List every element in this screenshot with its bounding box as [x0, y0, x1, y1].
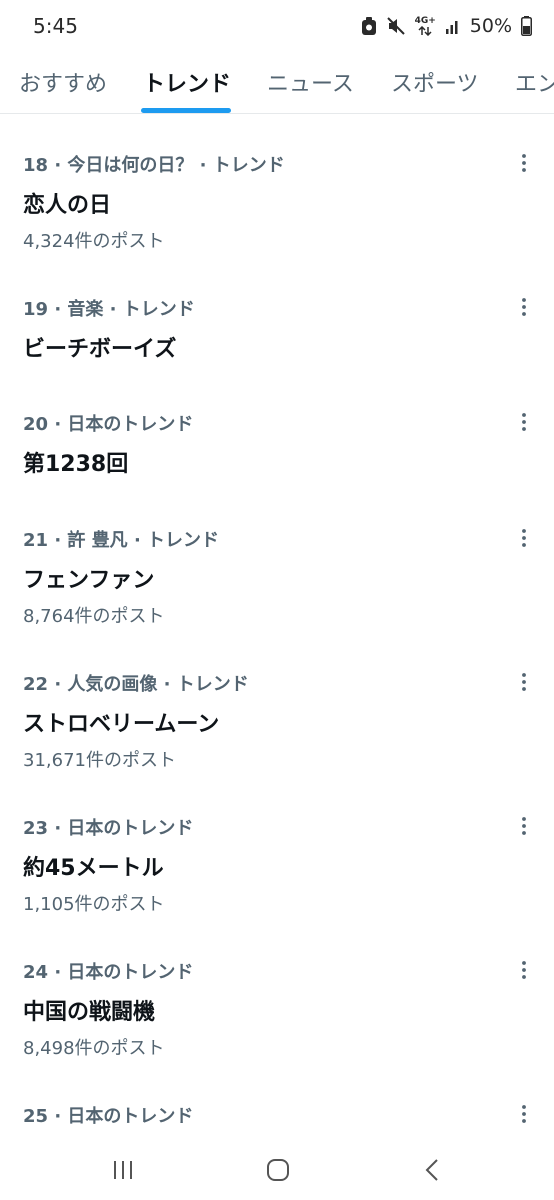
- recent-apps-icon[interactable]: [107, 1154, 139, 1186]
- battery-percent: 50%: [469, 15, 512, 37]
- trend-post-count: 1,105件のポスト: [23, 894, 165, 915]
- trend-meta: 19 · 音楽 · トレンド: [23, 299, 195, 320]
- trend-title: ビーチボーイズ: [23, 337, 177, 362]
- status-bar: 5:45 4G+ 50%: [0, 0, 554, 52]
- network-icon: 4G+: [414, 15, 436, 36]
- tab-entertainment[interactable]: エン: [515, 66, 554, 98]
- status-icons: 4G+ 50%: [361, 15, 532, 37]
- trend-item[interactable]: 23 · 日本のトレンド 約45メートル 1,105件のポスト: [0, 814, 554, 924]
- more-options-icon[interactable]: [512, 295, 536, 319]
- trend-post-count: 31,671件のポスト: [23, 750, 176, 771]
- more-options-icon[interactable]: [512, 814, 536, 838]
- more-options-icon[interactable]: [512, 958, 536, 982]
- trend-meta: 20 · 日本のトレンド: [23, 414, 194, 435]
- tab-recommended[interactable]: おすすめ: [19, 66, 107, 98]
- battery-icon: [521, 16, 532, 36]
- trend-item[interactable]: 25 · 日本のトレンド: [0, 1102, 554, 1138]
- trend-meta: 21 · 許 豊凡 · トレンド: [23, 530, 220, 551]
- tab-bar: おすすめ トレンド ニュース スポーツ エン: [0, 52, 554, 114]
- trend-item[interactable]: 20 · 日本のトレンド 第1238回: [0, 410, 554, 480]
- trend-title: 約45メートル: [23, 856, 164, 881]
- more-options-icon[interactable]: [512, 410, 536, 434]
- system-navigation-bar: [0, 1138, 554, 1200]
- trend-meta: 22 · 人気の画像 · トレンド: [23, 674, 249, 695]
- more-options-icon[interactable]: [512, 526, 536, 550]
- trend-post-count: 4,324件のポスト: [23, 231, 165, 252]
- more-options-icon[interactable]: [512, 1102, 536, 1126]
- active-tab-indicator: [141, 108, 231, 113]
- network-type-label: 4G+: [414, 15, 436, 26]
- trend-title: ストロベリームーン: [23, 712, 220, 737]
- screen: 5:45 4G+ 50% おすすめ トレンド ニュース スポーツ エ 18 · …: [0, 0, 554, 1200]
- trend-meta: 23 · 日本のトレンド: [23, 818, 194, 839]
- trend-item[interactable]: 24 · 日本のトレンド 中国の戦闘機 8,498件のポスト: [0, 958, 554, 1068]
- status-time: 5:45: [33, 14, 78, 38]
- back-icon[interactable]: [417, 1154, 449, 1186]
- trend-title: 第1238回: [23, 452, 129, 477]
- signal-icon: [445, 17, 461, 35]
- tab-sports[interactable]: スポーツ: [391, 66, 479, 98]
- home-icon[interactable]: [262, 1154, 294, 1186]
- trend-title: フェンファン: [23, 568, 155, 593]
- mute-icon: [386, 16, 406, 36]
- trend-item[interactable]: 22 · 人気の画像 · トレンド ストロベリームーン 31,671件のポスト: [0, 670, 554, 780]
- trend-meta: 24 · 日本のトレンド: [23, 962, 194, 983]
- trend-item[interactable]: 21 · 許 豊凡 · トレンド フェンファン 8,764件のポスト: [0, 526, 554, 636]
- trend-meta: 18 · 今日は何の日？ · トレンド: [23, 155, 285, 176]
- screen-recorder-icon: [361, 16, 377, 36]
- trend-title: 中国の戦闘機: [23, 1000, 156, 1025]
- trend-item[interactable]: 19 · 音楽 · トレンド ビーチボーイズ: [0, 295, 554, 365]
- more-options-icon[interactable]: [512, 670, 536, 694]
- trend-title: 恋人の日: [23, 193, 112, 218]
- trend-post-count: 8,764件のポスト: [23, 606, 165, 627]
- more-options-icon[interactable]: [512, 151, 536, 175]
- trend-meta: 25 · 日本のトレンド: [23, 1106, 194, 1127]
- trend-item[interactable]: 18 · 今日は何の日？ · トレンド 恋人の日 4,324件のポスト: [0, 151, 554, 261]
- tab-trends[interactable]: トレンド: [143, 66, 231, 98]
- tab-news[interactable]: ニュース: [267, 66, 354, 98]
- trend-post-count: 8,498件のポスト: [23, 1038, 165, 1059]
